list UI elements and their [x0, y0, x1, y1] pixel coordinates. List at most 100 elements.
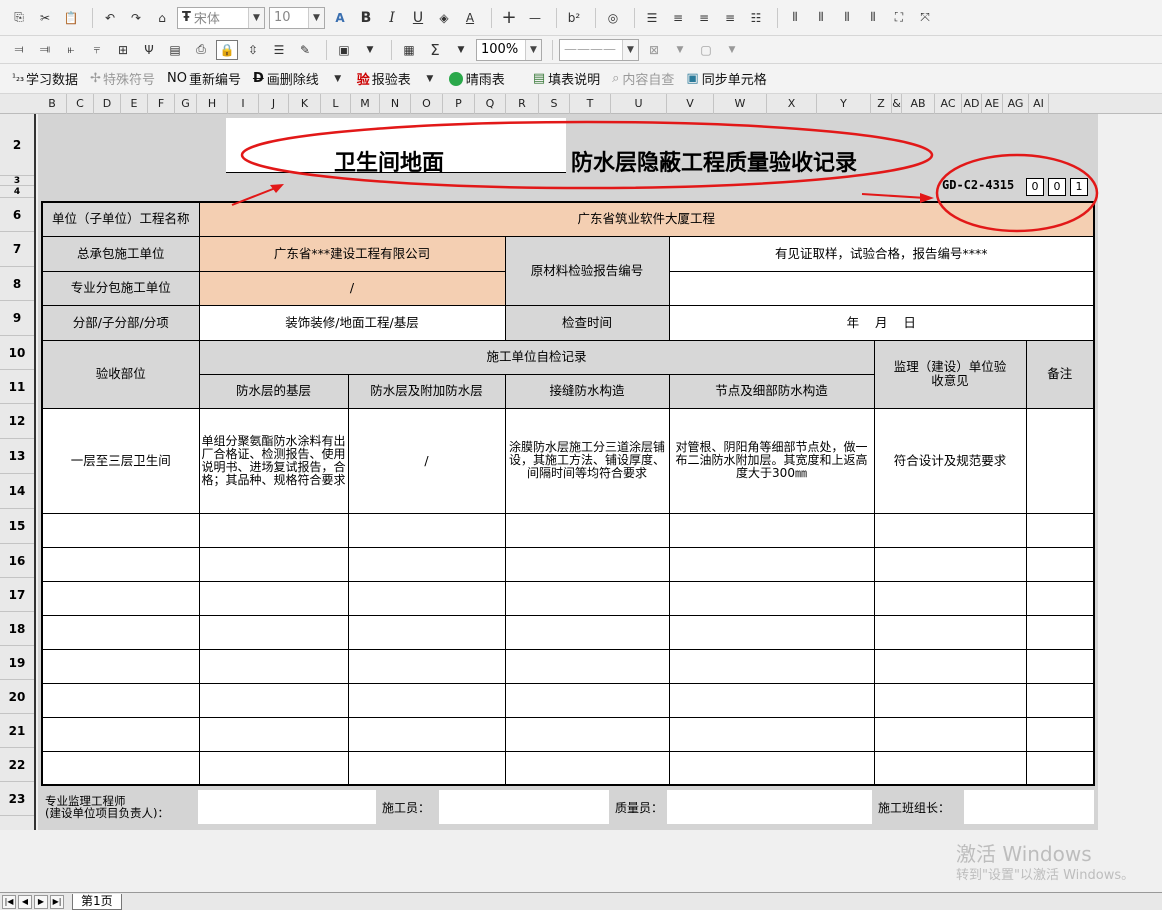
column-header-cell[interactable]: X [767, 94, 817, 114]
row-header-cell[interactable]: 17 [0, 578, 34, 612]
column-header-cell[interactable]: Y [817, 94, 871, 114]
column-header-cell[interactable]: F [148, 94, 175, 114]
table-cell[interactable] [41, 580, 200, 616]
row-header-cell[interactable]: 11 [0, 370, 34, 404]
chevron-down-icon[interactable]: ▼ [359, 40, 381, 60]
division-cell[interactable]: 装饰装修/地面工程/基层 [198, 304, 506, 341]
table-cell[interactable] [1025, 750, 1095, 786]
image-icon[interactable]: ▣ [333, 40, 355, 60]
row-header-cell[interactable]: 22 [0, 748, 34, 782]
table-cell[interactable] [504, 716, 670, 752]
table-cell[interactable] [347, 512, 506, 548]
column-header-cell[interactable]: T [570, 94, 611, 114]
table-cell[interactable] [504, 682, 670, 718]
strike-button[interactable]: D 画删除线 [249, 69, 323, 89]
sync-cell-button[interactable]: ▣ 同步单元格 [682, 69, 770, 89]
table-cell[interactable] [504, 546, 670, 582]
split-icon[interactable]: Ψ [138, 40, 160, 60]
insert-col-icon[interactable]: ⫥ [34, 40, 56, 60]
table-cell[interactable] [1025, 648, 1095, 684]
row-header-cell[interactable]: 7 [0, 232, 34, 267]
table-cell[interactable] [504, 648, 670, 684]
project-name-cell[interactable]: 广东省筑业软件大厦工程 [198, 201, 1095, 237]
italic-button[interactable]: I [381, 8, 403, 28]
table-cell[interactable] [41, 716, 200, 752]
sum-button[interactable]: Σ [424, 40, 446, 60]
table-cell[interactable] [347, 716, 506, 752]
row-header-cell[interactable]: 20 [0, 680, 34, 714]
column-header-cell[interactable]: AG [1003, 94, 1029, 114]
vertical-align-middle-icon[interactable]: ⦀ [810, 8, 832, 28]
column-header-cell[interactable]: AI [1029, 94, 1049, 114]
table-cell[interactable] [347, 614, 506, 650]
row-header-cell[interactable]: 12 [0, 404, 34, 439]
column-header-cell[interactable]: AB [902, 94, 935, 114]
row-header-cell[interactable]: 4 [0, 186, 34, 198]
code-digit-3[interactable]: 1 [1070, 178, 1088, 196]
row-header-cell[interactable]: 23 [0, 782, 34, 816]
row-header-cell[interactable]: 10 [0, 336, 34, 370]
table-cell[interactable] [504, 750, 670, 786]
row-header-cell[interactable]: 15 [0, 509, 34, 544]
column-header-cell[interactable]: & [892, 94, 902, 114]
table-cell[interactable] [1025, 716, 1095, 752]
align-right-icon[interactable]: ≡ [719, 8, 741, 28]
shrink-icon[interactable]: ⤧ [914, 8, 936, 28]
remarks-cell[interactable] [1025, 407, 1095, 514]
first-sheet-icon[interactable]: |◀ [2, 894, 16, 909]
table-cell[interactable] [198, 614, 349, 650]
table-cell[interactable] [41, 546, 200, 582]
column-header-cell[interactable]: Q [475, 94, 506, 114]
row-header-cell[interactable]: 16 [0, 544, 34, 578]
code-digit-2[interactable]: 0 [1048, 178, 1066, 196]
sign-quality-field[interactable] [667, 790, 872, 824]
table-cell[interactable] [504, 580, 670, 616]
base-cell[interactable]: 单组分聚氨酯防水涂料有出厂合格证、检测报告、使用说明书、进场复试报告，合格；其品… [198, 407, 349, 514]
vertical-align-bottom-icon[interactable]: ⦀ [836, 8, 858, 28]
paste-icon[interactable]: 📋 [60, 8, 82, 28]
row-header-cell[interactable]: 13 [0, 439, 34, 474]
table-cell[interactable] [873, 512, 1027, 548]
table-cell[interactable] [668, 648, 875, 684]
table-cell[interactable] [198, 648, 349, 684]
column-header-cell[interactable]: R [506, 94, 539, 114]
sign-team-field[interactable] [964, 790, 1094, 824]
column-header-cell[interactable]: D [94, 94, 121, 114]
table-cell[interactable] [668, 716, 875, 752]
clear-table-button[interactable]: 晴雨表 [445, 69, 509, 89]
general-contractor-cell[interactable]: 广东省***建设工程有限公司 [198, 235, 506, 272]
table-cell[interactable] [668, 750, 875, 786]
table-cell[interactable] [873, 546, 1027, 582]
delete-col-icon[interactable]: ⫧ [86, 40, 108, 60]
code-digit-1[interactable]: 0 [1026, 178, 1044, 196]
report-button[interactable]: 验报验表 [353, 69, 415, 89]
table-cell[interactable] [1025, 580, 1095, 616]
table-cell[interactable] [668, 614, 875, 650]
column-header-cell[interactable]: O [411, 94, 443, 114]
table-cell[interactable] [873, 648, 1027, 684]
part-cell[interactable]: 一层至三层卫生间 [41, 407, 200, 514]
sign-worker-field[interactable] [439, 790, 609, 824]
column-header-cell[interactable]: U [611, 94, 667, 114]
cut-icon[interactable]: ✂ [34, 8, 56, 28]
column-header-cell[interactable]: AC [935, 94, 962, 114]
table-cell[interactable] [347, 750, 506, 786]
column-header-cell[interactable]: J [259, 94, 289, 114]
column-header-cell[interactable]: C [67, 94, 94, 114]
table-cell[interactable] [873, 750, 1027, 786]
align-center-icon[interactable]: ≡ [693, 8, 715, 28]
align-justify-icon[interactable]: ☷ [745, 8, 767, 28]
row-header-cell[interactable]: 18 [0, 612, 34, 646]
table-cell[interactable] [1025, 512, 1095, 548]
last-sheet-icon[interactable]: ▶| [50, 894, 64, 909]
brush-icon[interactable]: ✎ [294, 40, 316, 60]
zoom-select[interactable]: 100% ▼ [476, 38, 542, 61]
align-top-icon[interactable]: ☰ [641, 8, 663, 28]
table-cell[interactable] [347, 682, 506, 718]
fill-color-icon[interactable]: ◈ [433, 8, 455, 28]
sign-supervisor-field[interactable] [198, 790, 376, 824]
table-cell[interactable] [873, 682, 1027, 718]
table-cell[interactable] [198, 716, 349, 752]
copy-icon[interactable]: ⎘ [8, 8, 30, 28]
row-header-cell[interactable]: 3 [0, 176, 34, 186]
